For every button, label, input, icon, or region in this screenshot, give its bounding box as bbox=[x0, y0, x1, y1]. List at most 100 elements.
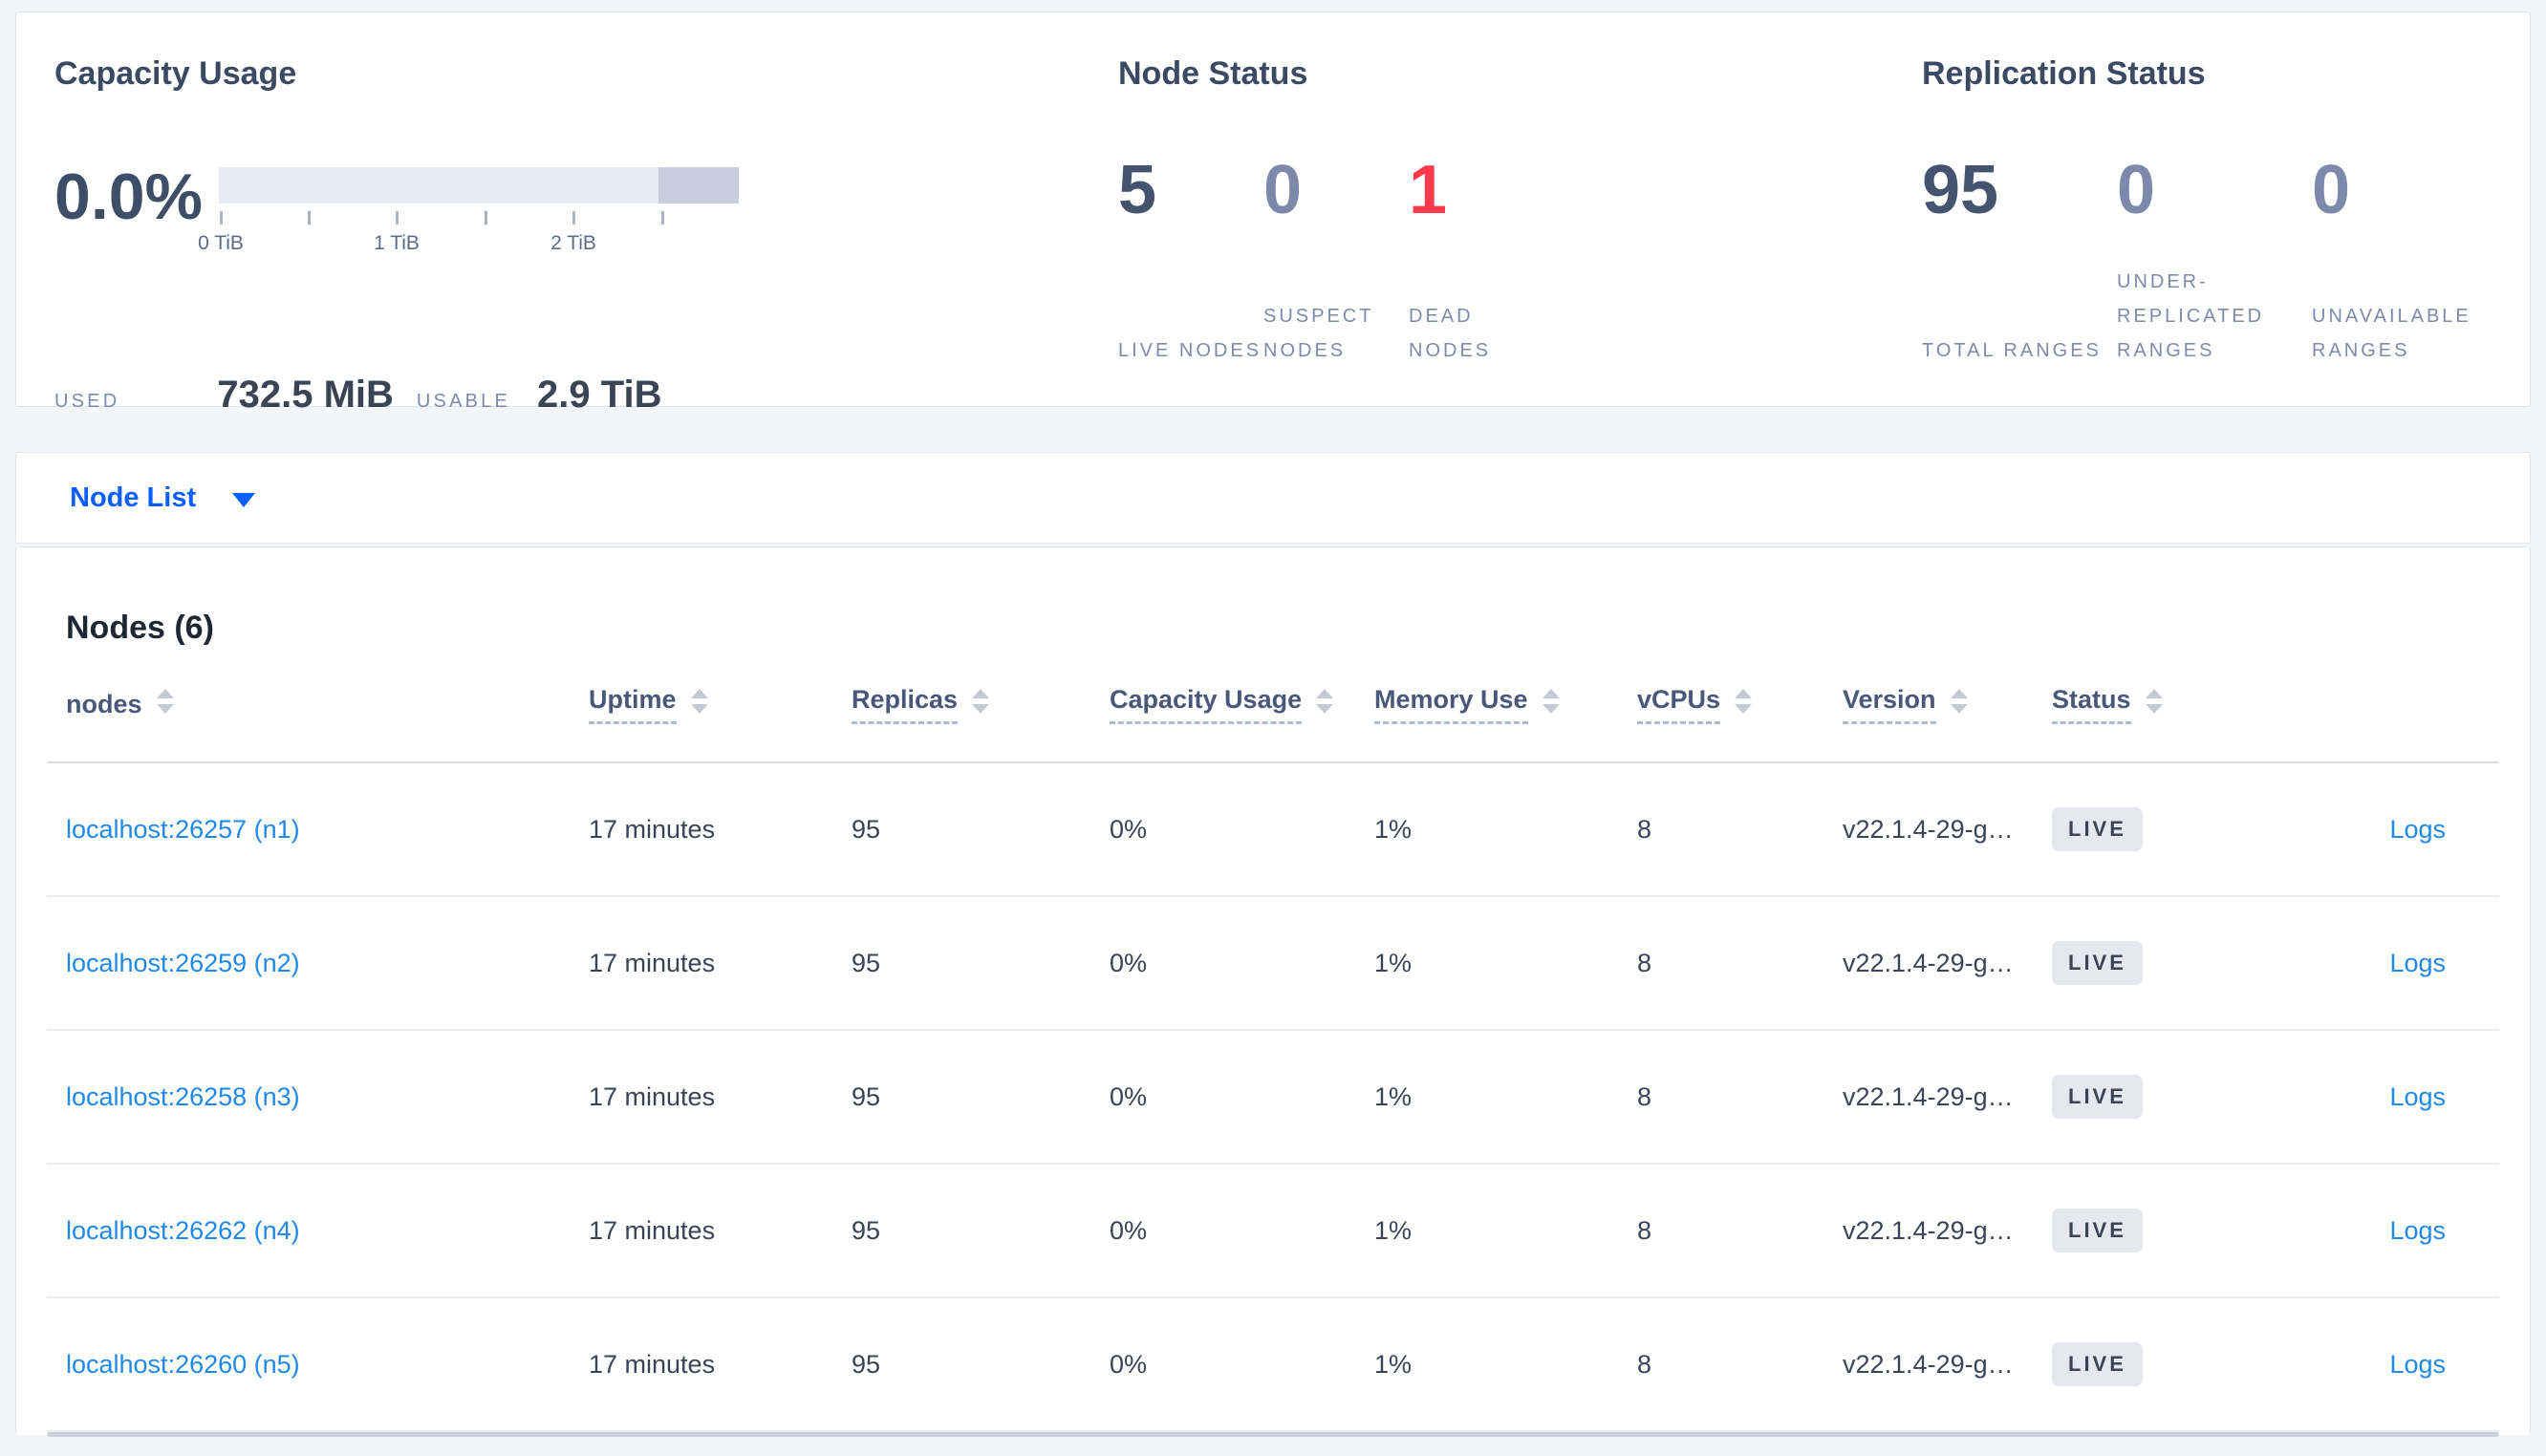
vcpus-cell: 8 bbox=[1637, 1349, 1652, 1379]
table-row: localhost:26259 (n2) 17 minutes 95 0% 1%… bbox=[47, 897, 2499, 1031]
capacity-used-percent: 0.0% bbox=[54, 161, 203, 233]
sort-icon[interactable] bbox=[1542, 689, 1560, 714]
column-header-nodes[interactable]: nodes bbox=[66, 689, 589, 719]
caret-down-icon bbox=[232, 492, 256, 507]
column-header-memory-use[interactable]: Memory Use bbox=[1374, 685, 1637, 724]
table-row: localhost:26258 (n3) 17 minutes 95 0% 1%… bbox=[47, 1031, 2499, 1165]
vcpus-cell: 8 bbox=[1637, 1215, 1652, 1245]
axis-tick bbox=[572, 211, 575, 225]
version-cell: v22.1.4-29-g… bbox=[1843, 1081, 2014, 1111]
replicas-cell: 95 bbox=[852, 1349, 881, 1379]
memory-cell: 1% bbox=[1374, 1215, 1413, 1245]
under-replicated-ranges-label: UNDER-REPLICATED RANGES bbox=[2117, 271, 2265, 361]
status-badge: LIVE bbox=[2052, 1209, 2143, 1253]
memory-cell: 1% bbox=[1374, 1349, 1413, 1379]
memory-cell: 1% bbox=[1374, 948, 1413, 977]
usable-label: USABLE bbox=[416, 391, 511, 412]
axis-tick bbox=[396, 211, 399, 225]
uptime-cell: 17 minutes bbox=[589, 948, 716, 977]
capacity-usage-section: Capacity Usage 0.0% 0 TiB 1 TiB 2 TiB US… bbox=[54, 54, 876, 417]
version-cell: v22.1.4-29-g… bbox=[1843, 1215, 2014, 1245]
column-header-version[interactable]: Version bbox=[1843, 685, 2052, 724]
version-cell: v22.1.4-29-g… bbox=[1843, 948, 2014, 977]
replicas-cell: 95 bbox=[852, 814, 881, 844]
unavailable-ranges-stat: 0 UNAVAILABLE RANGES bbox=[2312, 156, 2507, 368]
vcpus-cell: 8 bbox=[1637, 1081, 1652, 1111]
dead-nodes-value: 1 bbox=[1409, 152, 1448, 228]
node-list-dropdown-label[interactable]: Node List bbox=[70, 482, 196, 514]
replicas-cell: 95 bbox=[852, 948, 881, 977]
status-badge: LIVE bbox=[2052, 941, 2143, 985]
replication-status-section: Replication Status 95 TOTAL RANGES 0 UND… bbox=[1922, 54, 2507, 368]
total-ranges-label: TOTAL RANGES bbox=[1922, 340, 2102, 361]
uptime-cell: 17 minutes bbox=[589, 1215, 716, 1245]
uptime-cell: 17 minutes bbox=[589, 814, 716, 844]
table-row: localhost:26257 (n1) 17 minutes 95 0% 1%… bbox=[47, 763, 2499, 897]
sort-icon[interactable] bbox=[1950, 689, 1968, 714]
node-status-section: Node Status 5 LIVE NODES 0 SUSPECT NODES… bbox=[1118, 54, 1554, 368]
sort-icon[interactable] bbox=[972, 689, 990, 714]
uptime-cell: 17 minutes bbox=[589, 1081, 716, 1111]
axis-tick bbox=[220, 211, 223, 225]
capacity-bar-usable bbox=[219, 167, 739, 203]
sort-icon[interactable] bbox=[1735, 689, 1753, 714]
sort-icon[interactable] bbox=[2145, 689, 2163, 714]
column-header-replicas[interactable]: Replicas bbox=[852, 685, 1110, 724]
version-cell: v22.1.4-29-g… bbox=[1843, 814, 2014, 844]
table-header-row: nodes Uptime Replicas Capacity Usage Mem… bbox=[47, 647, 2499, 763]
logs-link[interactable]: Logs bbox=[2389, 949, 2446, 977]
status-badge: LIVE bbox=[2052, 1075, 2143, 1119]
under-replicated-ranges-stat: 0 UNDER-REPLICATED RANGES bbox=[2117, 156, 2312, 368]
capacity-cell: 0% bbox=[1110, 814, 1148, 844]
logs-link[interactable]: Logs bbox=[2389, 815, 2446, 844]
total-ranges-stat: 95 TOTAL RANGES bbox=[1922, 156, 2117, 368]
column-header-vcpus[interactable]: vCPUs bbox=[1637, 685, 1843, 724]
replicas-cell: 95 bbox=[852, 1081, 881, 1111]
capacity-cell: 0% bbox=[1110, 1349, 1148, 1379]
axis-tick-label: 1 TiB bbox=[374, 232, 420, 254]
nodes-table-title: Nodes (6) bbox=[66, 610, 214, 646]
capacity-bar-reserved bbox=[658, 167, 739, 203]
replication-status-title: Replication Status bbox=[1922, 55, 2206, 92]
under-replicated-ranges-value: 0 bbox=[2117, 152, 2156, 228]
capacity-bar-chart: 0 TiB 1 TiB 2 TiB bbox=[198, 167, 739, 282]
live-nodes-value: 5 bbox=[1118, 152, 1157, 228]
node-link[interactable]: localhost:26259 (n2) bbox=[66, 949, 300, 977]
view-selector-panel: Node List bbox=[15, 452, 2531, 544]
suspect-nodes-stat: 0 SUSPECT NODES bbox=[1263, 156, 1409, 368]
node-link[interactable]: localhost:26257 (n1) bbox=[66, 815, 300, 844]
memory-cell: 1% bbox=[1374, 814, 1413, 844]
column-header-capacity-usage[interactable]: Capacity Usage bbox=[1110, 685, 1374, 724]
status-badge: LIVE bbox=[2052, 807, 2143, 851]
unavailable-ranges-value: 0 bbox=[2312, 152, 2351, 228]
sort-icon[interactable] bbox=[1316, 689, 1334, 714]
node-status-title: Node Status bbox=[1118, 55, 1308, 92]
used-label: USED bbox=[54, 391, 120, 412]
node-link[interactable]: localhost:26262 (n4) bbox=[66, 1216, 300, 1245]
column-header-uptime[interactable]: Uptime bbox=[589, 685, 852, 724]
axis-tick-label: 0 TiB bbox=[198, 232, 244, 254]
cluster-summary-panel: Capacity Usage 0.0% 0 TiB 1 TiB 2 TiB US… bbox=[15, 11, 2531, 416]
logs-link[interactable]: Logs bbox=[2389, 1216, 2446, 1245]
status-badge: LIVE bbox=[2052, 1342, 2143, 1386]
total-ranges-value: 95 bbox=[1922, 152, 1999, 228]
node-link[interactable]: localhost:26258 (n3) bbox=[66, 1082, 300, 1111]
node-link[interactable]: localhost:26260 (n5) bbox=[66, 1350, 300, 1379]
logs-link[interactable]: Logs bbox=[2389, 1350, 2446, 1379]
table-row: localhost:26260 (n5) 17 minutes 95 0% 1%… bbox=[47, 1298, 2499, 1432]
nodes-table-panel: Nodes (6) nodes Uptime Replicas Capacity… bbox=[15, 546, 2531, 1437]
logs-link[interactable]: Logs bbox=[2389, 1082, 2446, 1111]
usable-value: 2.9 TiB bbox=[537, 374, 662, 416]
uptime-cell: 17 minutes bbox=[589, 1349, 716, 1379]
column-header-status[interactable]: Status bbox=[2052, 685, 2256, 724]
horizontal-scrollbar[interactable] bbox=[47, 1432, 2499, 1437]
used-value: 732.5 MiB bbox=[217, 374, 394, 416]
memory-cell: 1% bbox=[1374, 1081, 1413, 1111]
node-list-dropdown[interactable]: Node List bbox=[70, 482, 256, 514]
replicas-cell: 95 bbox=[852, 1215, 881, 1245]
sort-icon[interactable] bbox=[156, 689, 174, 714]
vcpus-cell: 8 bbox=[1637, 814, 1652, 844]
axis-tick bbox=[661, 211, 664, 225]
capacity-usage-title: Capacity Usage bbox=[54, 55, 297, 92]
sort-icon[interactable] bbox=[690, 689, 708, 714]
